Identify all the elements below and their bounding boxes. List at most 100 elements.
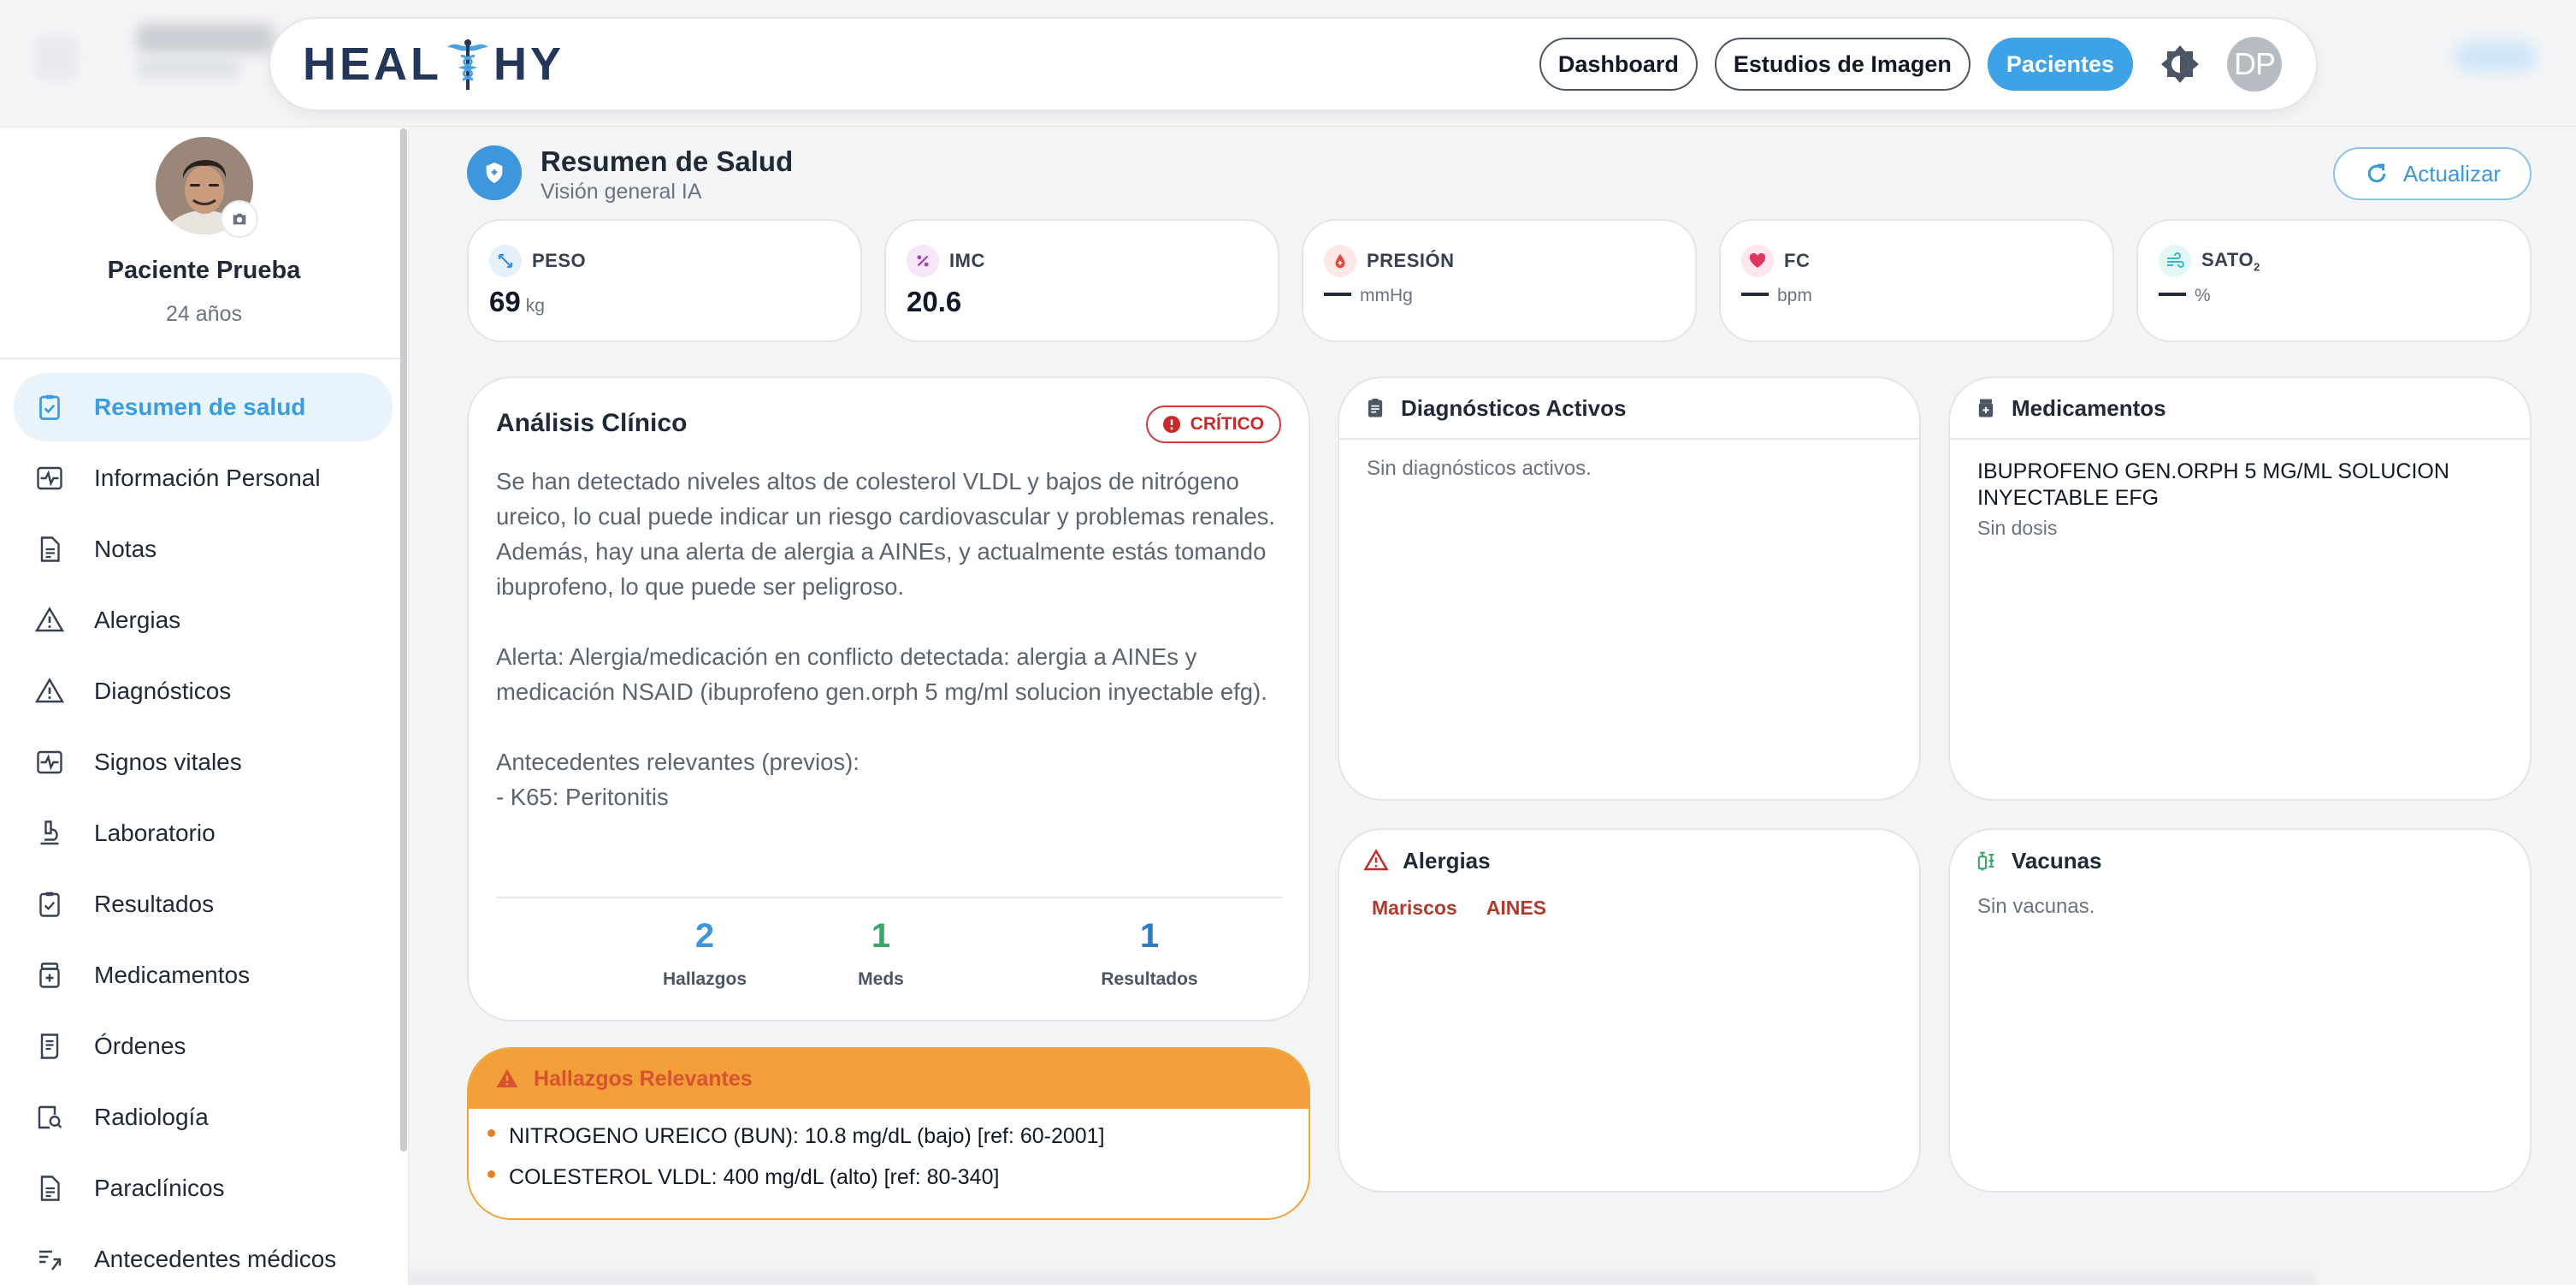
patient-photo[interactable] [155, 137, 258, 238]
healthy-logo[interactable]: HEAL HY [303, 37, 564, 92]
percent-icon [907, 245, 939, 277]
checklist-icon [39, 394, 60, 420]
allergy-tags: Mariscos AINES [1339, 891, 1919, 920]
sidebar-item-alergias[interactable]: Alergias [14, 586, 393, 654]
stat-hallazgos: 2 Hallazgos [619, 917, 790, 990]
receipt-icon [40, 1033, 59, 1059]
patient-sidebar: Paciente Prueba 24 años Resumen de salud… [0, 128, 409, 1285]
sidebar-item-label: Medicamentos [94, 962, 251, 988]
allergy-tag[interactable]: Mariscos [1372, 897, 1457, 920]
vital-label: PESO [532, 250, 587, 271]
document-icon [40, 536, 60, 562]
summary-header: Resumen de Salud Visión general IA Actua… [467, 137, 2532, 205]
vital-label: IMC [949, 250, 985, 271]
sidebar-item-label: Laboratorio [94, 820, 216, 846]
sidebar-item-resumen-de-salud[interactable]: Resumen de salud [14, 373, 393, 441]
clipboard-icon [1368, 398, 1383, 417]
sidebar-item-label: Información Personal [94, 465, 321, 491]
findings-header: Hallazgos Relevantes [469, 1049, 1309, 1109]
vital-label-text: SATO [2201, 248, 2254, 270]
medication-item[interactable]: IBUPROFENO GEN.ORPH 5 MG/ML SOLUCION INY… [1950, 440, 2530, 557]
bullet [487, 1170, 495, 1178]
sidebar-item-radiologia[interactable]: Radiología [14, 1083, 393, 1152]
sidebar-item-laboratorio[interactable]: Laboratorio [14, 799, 393, 868]
vital-card-sato2[interactable]: SATO2 % [2136, 219, 2532, 342]
sidebar-item-label: Antecedentes médicos [94, 1246, 337, 1272]
sidebar-item-antecedentes-medicos[interactable]: Antecedentes médicos [14, 1225, 393, 1285]
sidebar-item-label: Notas [94, 536, 157, 562]
refresh-button[interactable]: Actualizar [2333, 147, 2532, 200]
image-search-icon [38, 1105, 62, 1129]
stat-value: 1 [871, 917, 891, 955]
sidebar-item-label: Órdenes [94, 1033, 186, 1059]
analysis-paragraph: Se han detectado niveles altos de colest… [496, 468, 1276, 600]
sidebar-item-label: Resumen de salud [94, 394, 306, 420]
warning-icon [34, 678, 65, 703]
stat-label: Resultados [1101, 969, 1198, 989]
summary-title: Resumen de Salud [541, 145, 794, 177]
analysis-divider [496, 897, 1283, 898]
sidebar-item-signos-vitales[interactable]: Signos vitales [14, 728, 393, 796]
vital-value: 69 [489, 286, 521, 317]
vital-label: SATO2 [2201, 249, 2260, 273]
clinical-analysis-card: Análisis Clínico CRÍTICO Se han detectad… [467, 376, 1310, 1021]
refresh-icon [2367, 163, 2386, 183]
sidebar-item-label: Diagnósticos [94, 678, 232, 704]
sidebar-item-label: Resultados [94, 891, 215, 917]
warning-icon [34, 607, 65, 632]
nav-dashboard-button[interactable]: Dashboard [1539, 38, 1698, 91]
vital-card-fc[interactable]: FC bpm [1719, 219, 2114, 342]
sidebar-item-paraclinicos[interactable]: Paraclínicos [14, 1154, 393, 1223]
sidebar-item-informacion-personal[interactable]: Información Personal [14, 444, 393, 512]
checklist-icon [39, 891, 60, 917]
sidebar-item-notas[interactable]: Notas [14, 515, 393, 583]
critical-badge: CRÍTICO [1145, 406, 1281, 443]
card-header: Medicamentos [1950, 378, 2530, 440]
findings-title: Hallazgos Relevantes [534, 1066, 753, 1091]
sidebar-item-label: Paraclínicos [94, 1175, 225, 1201]
sidebar-item-medicamentos[interactable]: Medicamentos [14, 941, 393, 1010]
vital-card-peso[interactable]: PESO 69 kg [467, 219, 862, 342]
finding-text: NITROGENO UREICO (BUN): 10.8 mg/dL (bajo… [509, 1124, 1105, 1148]
refresh-label: Actualizar [2402, 160, 2502, 187]
scale-icon [489, 245, 522, 277]
card-header: Alergias [1339, 830, 1919, 891]
bullet [487, 1129, 495, 1137]
nav-pacientes-button[interactable]: Pacientes [1987, 38, 2133, 91]
finding-item: NITROGENO UREICO (BUN): 10.8 mg/dL (bajo… [487, 1124, 1309, 1165]
nav-estudios-imagen-button[interactable]: Estudios de Imagen [1714, 38, 1970, 91]
active-diagnoses-card: Diagnósticos Activos Sin diagnósticos ac… [1338, 376, 1921, 801]
warning-icon [1363, 849, 1389, 871]
card-title: Alergias [1403, 847, 1491, 873]
medication-icon [39, 962, 60, 988]
medication-name: IBUPROFENO GEN.ORPH 5 MG/ML SOLUCION INY… [1977, 459, 2449, 510]
card-title: Vacunas [2012, 847, 2102, 873]
vital-label: PRESIÓN [1367, 250, 1455, 271]
caduceus-icon [447, 39, 488, 90]
vaccines-empty: Sin vacunas. [1977, 895, 2095, 918]
vital-unit: kg [525, 296, 545, 316]
patient-profile: Paciente Prueba 24 años [0, 128, 408, 359]
vital-unit: % [2195, 286, 2211, 305]
analysis-text: Se han detectado niveles altos de colest… [496, 464, 1283, 814]
change-photo-button[interactable] [220, 200, 258, 238]
sidebar-item-resultados[interactable]: Resultados [14, 870, 393, 939]
microscope-icon [40, 820, 59, 845]
vital-empty-dash [1741, 293, 1769, 296]
sidebar-item-diagnosticos[interactable]: Diagnósticos [14, 657, 393, 725]
user-avatar[interactable]: DP [2227, 37, 2282, 92]
vaccines-card: Vacunas Sin vacunas. [1948, 828, 2532, 1193]
sidebar-item-label: Radiología [94, 1104, 209, 1130]
findings-list: NITROGENO UREICO (BUN): 10.8 mg/dL (bajo… [469, 1109, 1309, 1206]
sidebar-scrollbar[interactable] [400, 128, 407, 1152]
history-icon [39, 1250, 62, 1270]
theme-toggle-icon[interactable] [2159, 43, 2201, 86]
header-action-blurred [2455, 41, 2537, 72]
vital-card-imc[interactable]: IMC 20.6 [884, 219, 1279, 342]
vital-unit: mmHg [1360, 286, 1413, 305]
vital-unit: bpm [1777, 286, 1812, 305]
patient-age: 24 años [166, 302, 242, 326]
sidebar-item-ordenes[interactable]: Órdenes [14, 1012, 393, 1081]
allergy-tag[interactable]: AINES [1486, 897, 1546, 920]
vital-card-presion[interactable]: PRESIÓN mmHg [1302, 219, 1697, 342]
